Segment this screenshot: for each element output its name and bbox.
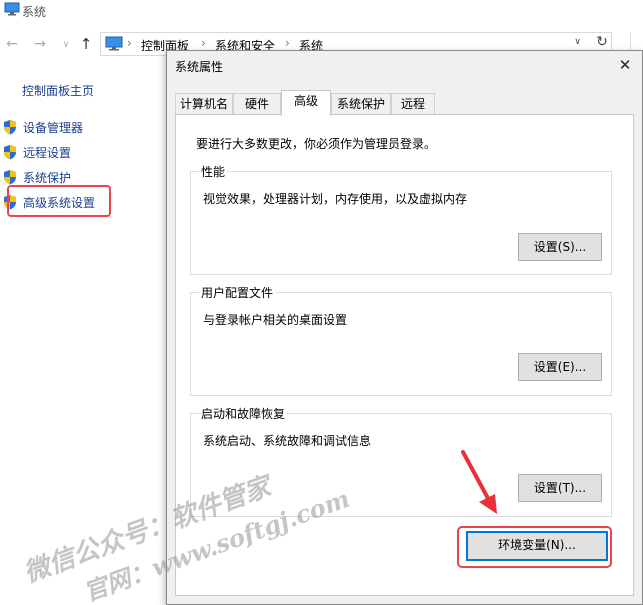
tab-hardware[interactable]: 硬件 <box>233 93 281 115</box>
red-arrow-icon <box>461 450 497 514</box>
uac-shield-icon <box>2 144 18 163</box>
tab-remote[interactable]: 远程 <box>391 93 435 115</box>
advanced-settings-highlight <box>7 185 111 217</box>
address-dropdown-chevron-icon[interactable]: ∨ <box>574 37 581 47</box>
back-arrow-icon[interactable]: ← <box>4 36 20 52</box>
monitor-icon <box>4 2 20 19</box>
sidebar-item-label: 远程设置 <box>23 146 72 160</box>
control-panel-home-link[interactable]: 控制面板主页 <box>22 82 94 99</box>
uac-shield-icon <box>2 119 18 138</box>
breadcrumb-separator-icon: › <box>201 36 206 50</box>
performance-description: 视觉效果，处理器计划，内存使用，以及虚拟内存 <box>203 192 468 206</box>
breadcrumb-separator-icon: › <box>127 36 132 50</box>
startup-recovery-settings-button[interactable]: 设置(T)... <box>518 474 602 502</box>
sidebar-item-label: 设备管理器 <box>23 121 84 135</box>
user-profiles-settings-button[interactable]: 设置(E)... <box>518 353 602 381</box>
environment-variables-highlight <box>457 526 612 568</box>
window-title: 系统 <box>22 5 47 19</box>
startup-recovery-description: 系统启动、系统故障和调试信息 <box>203 434 372 448</box>
advanced-tab-panel: 要进行大多数更改，你必须作为管理员登录。 性能 视觉效果，处理器计划，内存使用，… <box>175 114 634 596</box>
user-profiles-legend: 用户配置文件 <box>199 284 276 301</box>
tab-system-protection[interactable]: 系统保护 <box>331 93 391 115</box>
startup-recovery-group: 启动和故障恢复 系统启动、系统故障和调试信息 设置(T)... <box>190 405 612 517</box>
user-profiles-group: 用户配置文件 与登录帐户相关的桌面设置 设置(E)... <box>190 284 612 396</box>
performance-legend: 性能 <box>199 163 228 180</box>
system-properties-dialog: 系统属性 ✕ 计算机名 硬件 高级 系统保护 远程 要进行大多数更改，你必须作为… <box>166 50 643 605</box>
up-arrow-icon[interactable]: ↑ <box>78 36 94 52</box>
sidebar-item-label: 系统保护 <box>23 171 72 185</box>
tab-computer-name[interactable]: 计算机名 <box>175 93 233 115</box>
control-panel-icon <box>105 36 123 54</box>
startup-recovery-legend: 启动和故障恢复 <box>199 405 288 422</box>
sidebar-item-device-manager[interactable]: 设备管理器 <box>0 116 160 138</box>
window-titlebar: 系统 <box>0 0 643 22</box>
performance-group: 性能 视觉效果，处理器计划，内存使用，以及虚拟内存 设置(S)... <box>190 163 612 275</box>
performance-settings-button[interactable]: 设置(S)... <box>518 233 602 261</box>
forward-arrow-icon[interactable]: → <box>32 36 48 52</box>
recent-locations-chevron-icon[interactable]: ∨ <box>58 37 74 53</box>
admin-notice: 要进行大多数更改，你必须作为管理员登录。 <box>196 137 437 151</box>
breadcrumb-separator-icon: › <box>285 36 290 50</box>
tab-advanced[interactable]: 高级 <box>281 90 331 116</box>
dialog-title: 系统属性 <box>175 60 224 74</box>
left-navigation-pane: 控制面板主页 设备管理器 远程设置 系统保护 高级系统设置 <box>0 78 165 605</box>
close-icon[interactable]: ✕ <box>614 55 636 75</box>
user-profiles-description: 与登录帐户相关的桌面设置 <box>203 313 348 327</box>
sidebar-item-remote-settings[interactable]: 远程设置 <box>0 141 160 163</box>
